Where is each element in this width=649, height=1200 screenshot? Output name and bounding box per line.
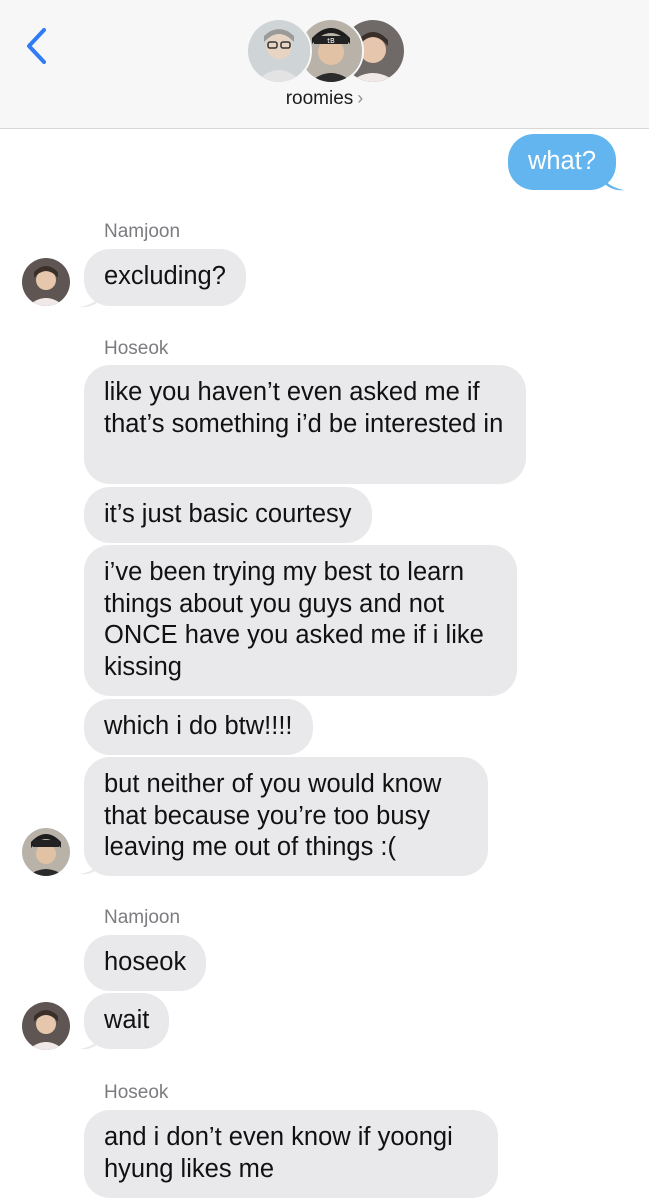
chevron-right-icon: ›: [357, 88, 364, 108]
message-text: excluding?: [104, 262, 226, 290]
message-text: wait: [104, 1006, 150, 1034]
avatar-namjoon[interactable]: [22, 1002, 70, 1050]
conversation-header: tB roomies ›: [0, 0, 649, 129]
avatar-hoseok[interactable]: [22, 828, 70, 876]
received-message-bubble[interactable]: i’ve been trying my best to learn things…: [84, 545, 517, 696]
svg-text:tB: tB: [327, 37, 335, 45]
received-message-bubble[interactable]: excluding?: [84, 249, 246, 306]
group-name-label: roomies: [285, 88, 354, 109]
received-message-bubble[interactable]: wait: [84, 993, 170, 1049]
sent-message-text: what?: [527, 147, 596, 175]
sender-name: Hoseok: [104, 338, 169, 359]
received-message-bubble[interactable]: but neither of you would know that becau…: [84, 757, 488, 876]
message-text: i’ve been trying my best to learn things…: [104, 558, 484, 681]
message-text: but neither of you would know that becau…: [104, 770, 442, 861]
received-message-bubble[interactable]: hoseok: [84, 935, 207, 991]
group-avatars[interactable]: tB: [246, 18, 406, 84]
sender-name: Namjoon: [104, 907, 181, 928]
chevron-left-icon: [27, 28, 46, 64]
message-text: it’s just basic courtesy: [104, 500, 352, 528]
message-text: and i don’t even know if yoongi hyung li…: [104, 1123, 453, 1183]
sent-message-bubble[interactable]: what?: [507, 134, 616, 190]
message-text: hoseok: [104, 948, 187, 976]
sender-name: Hoseok: [104, 1082, 169, 1103]
message-text: like you haven’t even asked me if that’s…: [104, 378, 504, 438]
avatar-member-1: [246, 18, 312, 84]
message-text: which i do btw!!!!: [104, 712, 293, 740]
avatar-namjoon[interactable]: [22, 258, 70, 306]
received-message-bubble[interactable]: which i do btw!!!!: [84, 699, 313, 755]
back-button[interactable]: [22, 26, 56, 66]
received-message-bubble[interactable]: it’s just basic courtesy: [84, 487, 372, 543]
group-name-button[interactable]: roomies ›: [0, 88, 649, 110]
sender-name: Namjoon: [104, 221, 181, 242]
received-message-bubble[interactable]: like you haven’t even asked me if that’s…: [84, 365, 526, 484]
received-message-bubble[interactable]: and i don’t even know if yoongi hyung li…: [84, 1110, 498, 1198]
